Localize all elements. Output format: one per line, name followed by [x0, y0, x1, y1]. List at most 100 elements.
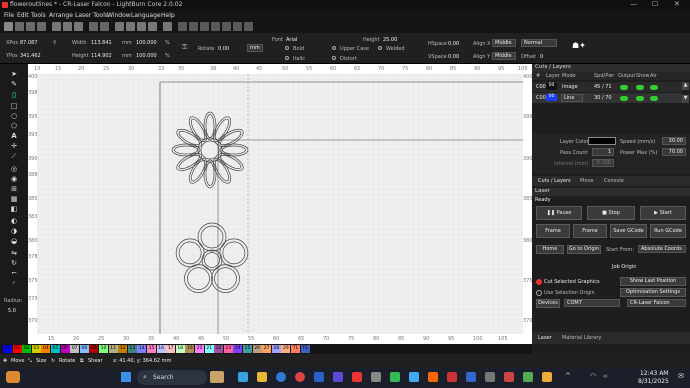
clock-date[interactable]: 8/31/2025	[638, 378, 669, 385]
weather-icon[interactable]	[6, 371, 20, 383]
app-icon-9[interactable]	[504, 372, 514, 382]
menu-laser-tools[interactable]: Laser Tools	[75, 12, 108, 19]
palette-swatch[interactable]: 25	[243, 345, 252, 353]
frame-icon[interactable]	[163, 22, 172, 31]
status-move[interactable]: Move	[11, 358, 24, 364]
app-icon-2[interactable]	[371, 372, 381, 382]
zoom-in-icon[interactable]	[126, 22, 135, 31]
device-icon[interactable]	[211, 22, 220, 31]
taskbar-search[interactable]: ⌕ Search	[137, 370, 207, 385]
status-rotate[interactable]: Rotate	[59, 358, 75, 364]
tab-move[interactable]: Move	[580, 178, 593, 184]
palette-swatch[interactable]: 19	[185, 345, 195, 353]
mirror-tool-icon[interactable]: ⇋	[10, 249, 18, 257]
bold-checkbox[interactable]	[285, 46, 289, 50]
cut-selected-checkbox[interactable]	[536, 279, 542, 285]
app-icon-8[interactable]	[485, 372, 495, 382]
scale-h-value[interactable]: 100.000	[136, 53, 157, 59]
unit-toggle-button[interactable]: mm	[247, 44, 263, 52]
layer-color-swatch[interactable]	[588, 137, 616, 145]
cut-icon[interactable]	[52, 22, 61, 31]
save-icon[interactable]	[15, 22, 24, 31]
app-icon-4[interactable]	[409, 372, 419, 382]
frame-button[interactable]: Frame	[536, 224, 570, 238]
ypos-value[interactable]: 341.462	[20, 53, 41, 59]
grid-array-icon[interactable]: ▦	[10, 195, 18, 203]
tray-chevron-icon[interactable]: ^	[565, 372, 573, 382]
uppercase-checkbox[interactable]	[332, 46, 336, 50]
app-icon-11[interactable]	[542, 372, 552, 382]
pass-input[interactable]: 1	[592, 148, 614, 156]
file-explorer-icon[interactable]	[257, 372, 267, 382]
tab-laser[interactable]: Laser	[538, 335, 552, 341]
palette-swatch[interactable]: 09	[89, 345, 99, 353]
palette-swatch[interactable]: 08	[79, 345, 89, 353]
palette-swatch[interactable]: 06	[60, 345, 70, 353]
palette-swatch[interactable]: 03	[31, 345, 41, 353]
palette-swatch[interactable]: 28	[271, 345, 281, 353]
menu-window[interactable]: Window	[107, 12, 131, 19]
size-icon[interactable]: ⤡	[28, 358, 32, 364]
pan-icon[interactable]	[115, 22, 124, 31]
height-value[interactable]: 114.902	[91, 53, 112, 59]
menu-tools[interactable]: Tools	[31, 12, 46, 19]
outlook-icon[interactable]	[314, 372, 324, 382]
design-canvas[interactable]: 13 15 20 25 30 33 35 38 40 45 50 55 60 6…	[28, 64, 532, 344]
palette-swatch[interactable]: 00	[3, 345, 12, 353]
offset-value[interactable]: 0	[540, 54, 543, 60]
font-height-value[interactable]: 25.00	[383, 37, 397, 43]
scissors-icon[interactable]	[222, 22, 231, 31]
palette-swatch[interactable]: 27	[262, 345, 272, 353]
start-from-select[interactable]: Absolute Coords	[638, 245, 686, 253]
import-icon[interactable]	[26, 22, 35, 31]
air-toggle[interactable]	[650, 85, 658, 90]
device-select[interactable]: CR-Laser Falcon	[627, 299, 686, 307]
hspace-value[interactable]: 0.00	[448, 41, 459, 47]
palette-swatch[interactable]: 15	[147, 345, 156, 353]
status-size[interactable]: Size	[36, 358, 46, 364]
vspace-value[interactable]: 0.00	[448, 54, 459, 60]
status-shear[interactable]: Shear	[88, 358, 103, 364]
tab-cuts-layers[interactable]: Cuts / Layers	[538, 178, 571, 184]
goto-origin-button[interactable]: Go to Origin	[567, 245, 601, 254]
app-icon-3[interactable]	[390, 372, 400, 382]
lightburn-taskbar-icon[interactable]	[352, 372, 362, 382]
edit-nodes-icon[interactable]: ✎	[10, 80, 18, 88]
minimize-button[interactable]: —	[630, 0, 637, 8]
app-icon-6[interactable]	[447, 372, 457, 382]
run-gcode-button[interactable]: Run GCode	[650, 224, 686, 238]
array-tool-icon[interactable]: ⊞	[10, 185, 18, 193]
layer-row[interactable]: C00 00 Image 45 / 71	[532, 82, 682, 92]
chrome-icon[interactable]	[295, 372, 305, 382]
line-tool-icon[interactable]: ▯	[10, 91, 18, 99]
palette-swatch[interactable]: 22	[214, 345, 224, 353]
save-gcode-button[interactable]: Save GCode	[610, 224, 647, 238]
palette-swatch[interactable]: 17	[166, 345, 176, 353]
palette-swatch[interactable]: 05	[51, 345, 60, 353]
palette-swatch[interactable]: 12	[118, 345, 128, 353]
palette-swatch[interactable]: 21	[204, 345, 214, 353]
palette-swatch[interactable]: 11	[108, 345, 118, 353]
palette-swatch[interactable]: 29	[281, 345, 291, 353]
scale-w-value[interactable]: 100.000	[136, 40, 157, 46]
wifi-icon[interactable]: ◠	[590, 372, 600, 382]
layer-mode[interactable]: Image	[562, 84, 578, 90]
palette-swatch[interactable]: 07	[70, 345, 80, 353]
tab-material-library[interactable]: Material Library	[562, 335, 601, 341]
text-tool-icon[interactable]: A	[10, 132, 18, 140]
welded-checkbox[interactable]	[378, 46, 382, 50]
boolean-union-icon[interactable]: ◐	[10, 217, 18, 225]
weld-tool-icon[interactable]: ◉	[10, 175, 18, 183]
layers-icon[interactable]	[244, 22, 253, 31]
layer-row[interactable]: C00 00 Line 30 / 70	[532, 93, 682, 103]
app-icon-5[interactable]	[428, 372, 438, 382]
position-tool-icon[interactable]: ✛	[10, 142, 18, 150]
show-last-position-button[interactable]: Show Last Position	[620, 277, 686, 286]
fillet-tool-icon[interactable]: ◜	[10, 280, 18, 288]
undo-icon[interactable]	[89, 22, 98, 31]
radius-value[interactable]: 5.0	[8, 308, 16, 314]
use-selection-checkbox[interactable]	[536, 290, 542, 296]
menu-edit[interactable]: Edit	[17, 12, 29, 19]
palette-swatch[interactable]: 20	[195, 345, 204, 353]
palette-swatch[interactable]: 02	[22, 345, 32, 353]
